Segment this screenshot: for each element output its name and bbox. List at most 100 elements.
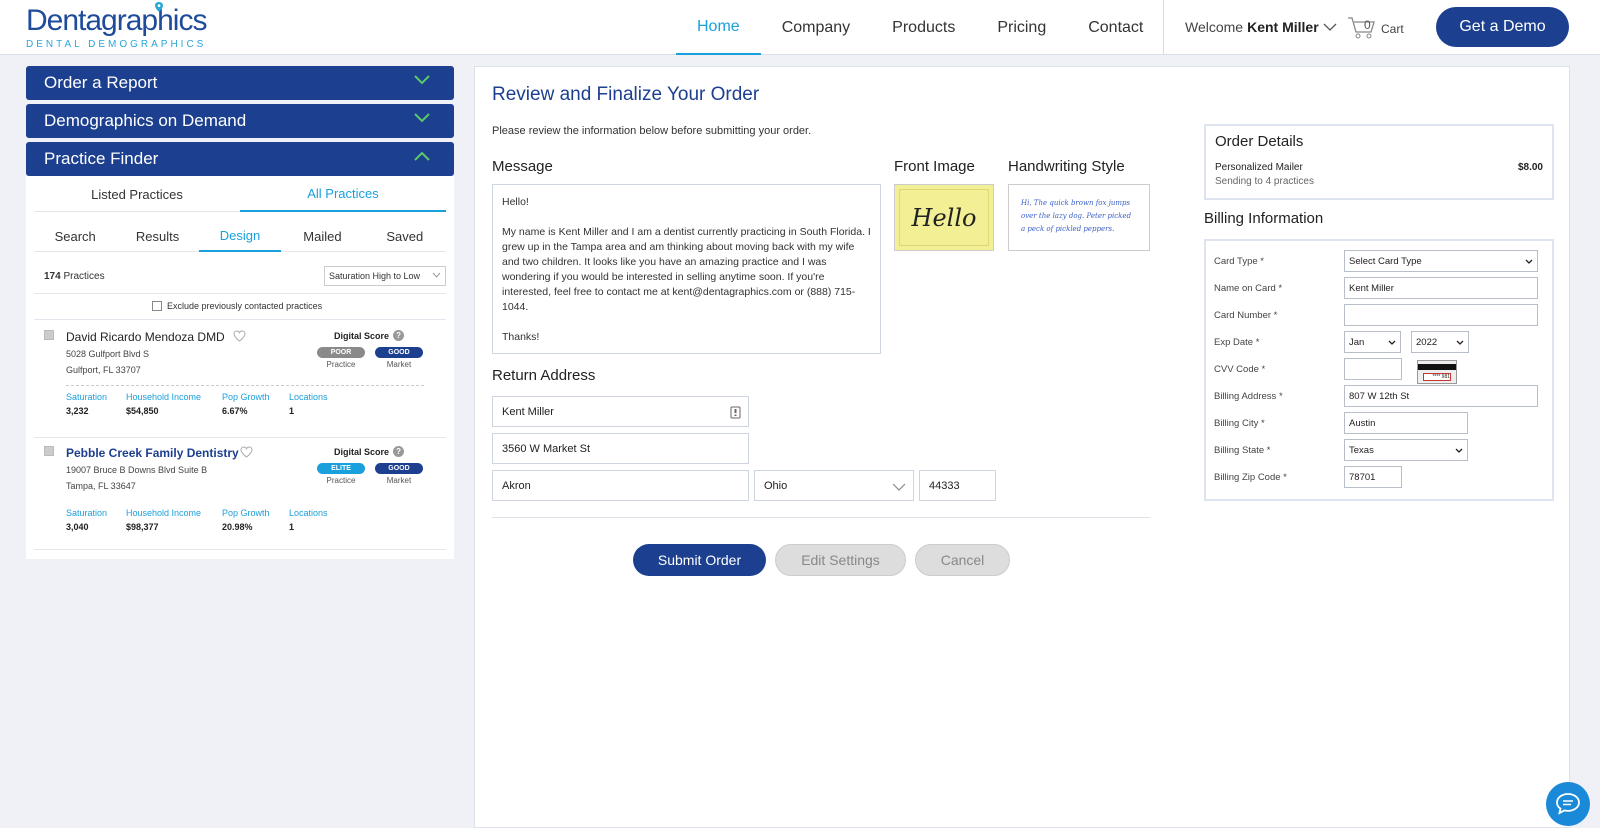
order-item-price: $8.00 <box>1517 162 1543 173</box>
cart-count: 0 <box>1364 18 1371 32</box>
billing-state-select[interactable]: Texas <box>1344 439 1468 461</box>
practice-card[interactable]: David Ricardo Mendoza DMD 5028 Gulfport … <box>34 330 446 440</box>
practice-checkbox[interactable] <box>44 446 54 456</box>
chevron-down-icon <box>432 272 441 278</box>
sort-selected: Saturation High to Low <box>329 271 421 281</box>
return-state-select[interactable]: Ohio <box>754 470 914 501</box>
stat-locations: Locations 1 <box>289 392 328 416</box>
contact-card-icon <box>730 406 741 419</box>
instructions: Please review the information below befo… <box>492 125 812 137</box>
billing-zip-label: Billing Zip Code * <box>1214 472 1287 483</box>
practice-card[interactable]: Pebble Creek Family Dentistry 19007 Bruc… <box>34 446 446 556</box>
practice-checkbox[interactable] <box>44 330 54 340</box>
exp-year-select[interactable]: 2022 <box>1411 331 1469 353</box>
return-name-value: Kent Miller <box>502 405 554 418</box>
return-city-field[interactable]: Akron <box>492 470 749 501</box>
practice-address-line2: Gulfport, FL 33707 <box>66 365 141 375</box>
stat-label: Pop Growth <box>222 508 270 518</box>
tab-design[interactable]: Design <box>198 220 282 252</box>
chevron-down-icon <box>1323 23 1337 31</box>
chevron-down-icon <box>1456 340 1464 345</box>
chevron-down-icon <box>414 113 430 123</box>
nav-contact[interactable]: Contact <box>1067 0 1164 55</box>
user-menu[interactable]: Welcome Kent Miller <box>1185 19 1337 35</box>
accordion-demographics[interactable]: Demographics on Demand <box>26 104 454 138</box>
edit-settings-button[interactable]: Edit Settings <box>775 544 906 576</box>
practice-name[interactable]: David Ricardo Mendoza DMD <box>66 330 225 344</box>
cvv-card-icon: **** 981 <box>1417 360 1457 384</box>
exp-month-select[interactable]: Jan <box>1344 331 1401 353</box>
heart-icon[interactable] <box>240 446 253 458</box>
digital-score: Digital Score ? <box>334 446 405 457</box>
card-divider <box>66 385 424 386</box>
logo[interactable]: Dentagraphics DENTAL DEMOGRAPHICS <box>26 2 207 50</box>
user-name: Kent Miller <box>1247 19 1319 35</box>
stat-label: Saturation <box>66 392 108 402</box>
return-city-value: Akron <box>502 479 531 492</box>
front-image[interactable]: Hello <box>894 184 994 251</box>
accordion-practice-finder[interactable]: Practice Finder <box>26 142 454 176</box>
billing-zip-field[interactable]: 78701 <box>1344 466 1402 488</box>
submit-order-button[interactable]: Submit Order <box>633 544 766 576</box>
heart-icon[interactable] <box>233 330 246 342</box>
tab-all-practices[interactable]: All Practices <box>240 176 446 212</box>
return-name-field[interactable]: Kent Miller <box>492 396 749 427</box>
card-type-select[interactable]: Select Card Type <box>1344 250 1538 272</box>
name-on-card-field[interactable]: Kent Miller <box>1344 277 1538 299</box>
order-details-title: Order Details <box>1215 133 1304 150</box>
card-number-field[interactable] <box>1344 304 1538 326</box>
handwriting-sample[interactable]: Hi, The quick brown fox jumps over the l… <box>1008 184 1150 251</box>
stat-pop-growth: Pop Growth 20.98% <box>222 508 270 532</box>
cart[interactable]: 0 Cart <box>1347 14 1404 40</box>
return-street-field[interactable]: 3560 W Market St <box>492 433 749 464</box>
cvv-field[interactable] <box>1344 358 1402 380</box>
divider <box>34 293 446 294</box>
billing-address-value: 807 W 12th St <box>1349 390 1410 402</box>
stat-label: Household Income <box>126 392 202 402</box>
billing-title: Billing Information <box>1204 210 1324 227</box>
accordion-label: Order a Report <box>44 73 158 92</box>
accordion-order-report[interactable]: Order a Report <box>26 66 454 100</box>
market-score-badge: GOOD <box>375 347 423 358</box>
practice-name[interactable]: Pebble Creek Family Dentistry <box>66 446 239 460</box>
chevron-down-icon <box>1388 340 1396 345</box>
billing-city-field[interactable]: Austin <box>1344 412 1468 434</box>
return-state-value: Ohio <box>764 479 788 492</box>
help-icon[interactable]: ? <box>393 330 405 341</box>
digital-score-label: Digital Score <box>334 446 390 457</box>
nav-products[interactable]: Products <box>871 0 976 55</box>
practice-count-label: Practices <box>63 271 105 282</box>
tab-listed-practices[interactable]: Listed Practices <box>34 176 240 212</box>
practice-address-line1: 5028 Gulfport Blvd S <box>66 349 150 359</box>
practice-address-line2: Tampa, FL 33647 <box>66 481 136 491</box>
logo-tagline: DENTAL DEMOGRAPHICS <box>26 39 207 50</box>
get-demo-button[interactable]: Get a Demo <box>1436 7 1569 47</box>
tab-mailed[interactable]: Mailed <box>281 220 363 252</box>
exclude-contacted[interactable]: Exclude previously contacted practices <box>152 301 322 311</box>
tab-saved[interactable]: Saved <box>364 220 446 252</box>
help-icon[interactable]: ? <box>393 446 405 457</box>
billing-address-field[interactable]: 807 W 12th St <box>1344 385 1538 407</box>
stat-household-income: Household Income $54,850 <box>126 392 201 416</box>
message-text: Hello! My name is Kent Miller and I am a… <box>492 184 881 354</box>
nav-company[interactable]: Company <box>761 0 871 55</box>
practice-list-tabs: Listed Practices All Practices <box>34 176 446 212</box>
welcome-label: Welcome <box>1185 19 1244 35</box>
chevron-down-icon <box>1525 259 1533 264</box>
cancel-button[interactable]: Cancel <box>915 544 1010 576</box>
card-number-label: Card Number * <box>1214 310 1278 321</box>
return-address-heading: Return Address <box>492 367 596 384</box>
exclude-checkbox[interactable] <box>152 301 162 311</box>
nav-home[interactable]: Home <box>676 0 761 55</box>
tab-search[interactable]: Search <box>34 220 116 252</box>
chat-button[interactable] <box>1546 782 1590 826</box>
nav-pricing[interactable]: Pricing <box>976 0 1067 55</box>
sort-select[interactable]: Saturation High to Low <box>324 266 446 286</box>
order-item-name: Personalized Mailer <box>1215 162 1303 173</box>
return-zip-field[interactable]: 44333 <box>919 470 996 501</box>
stat-value: 1 <box>289 406 295 416</box>
tab-results[interactable]: Results <box>116 220 198 252</box>
logo-pin-icon <box>155 2 163 12</box>
billing-zip-value: 78701 <box>1349 471 1376 483</box>
digital-score-label: Digital Score <box>334 330 390 341</box>
